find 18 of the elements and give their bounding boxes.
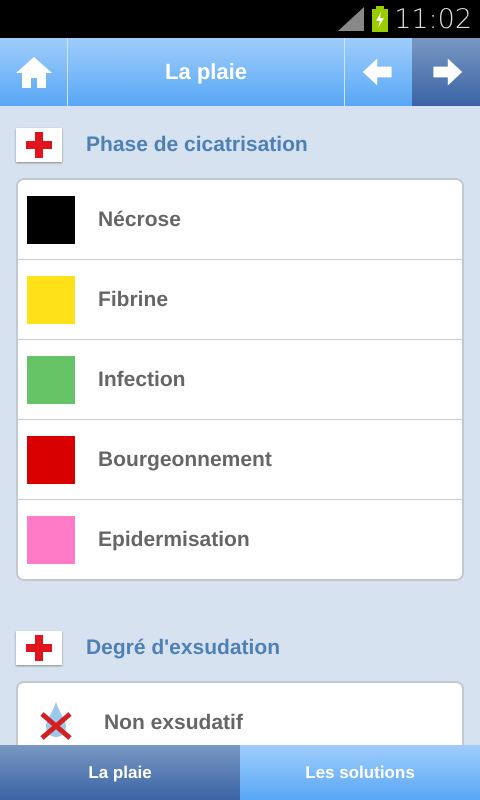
list-item-label[interactable]: Fibrine xyxy=(98,288,168,312)
screen-title: La plaie xyxy=(165,59,247,85)
list-item-label[interactable]: Infection xyxy=(98,368,186,392)
list-item-label[interactable]: Non exsudatif xyxy=(104,710,243,734)
list-item-label[interactable]: Epidermisation xyxy=(98,528,250,552)
clock: 11:02 xyxy=(394,4,472,34)
cross-icon xyxy=(16,128,62,162)
forward-button[interactable] xyxy=(412,38,480,106)
section-title: Degré d'exsudation xyxy=(86,636,280,660)
signal-icon xyxy=(338,7,366,31)
home-icon xyxy=(14,55,54,89)
list-item-label[interactable]: Nécrose xyxy=(98,208,181,232)
cross-icon xyxy=(16,631,62,665)
list-item-label[interactable]: Bourgeonnement xyxy=(98,448,272,472)
tab[interactable]: La plaie xyxy=(0,745,240,800)
battery-icon xyxy=(372,6,388,32)
section-title: Phase de cicatrisation xyxy=(86,133,308,157)
crossed-drop-icon xyxy=(38,700,74,740)
